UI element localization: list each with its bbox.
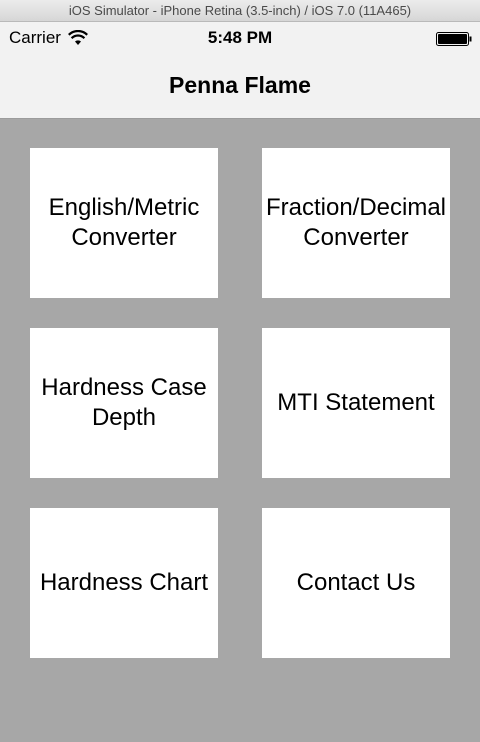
english-metric-converter-label: English/Metric Converter (48, 194, 200, 251)
mti-statement-button[interactable]: MTI Statement (262, 328, 450, 478)
battery-icon (436, 31, 472, 46)
fraction-decimal-converter-label: Fraction/Decimal Converter (265, 194, 447, 251)
page-title: Penna Flame (169, 72, 311, 98)
english-metric-converter-button[interactable]: English/Metric Converter (30, 148, 218, 298)
navigation-bar: Penna Flame (0, 54, 480, 119)
status-time: 5:48 PM (207, 28, 273, 47)
contact-us-label: Contact Us (296, 569, 416, 596)
mti-statement-label: MTI Statement (277, 389, 435, 416)
hardness-case-depth-button[interactable]: Hardness Case Depth (30, 328, 218, 478)
simulator-title: iOS Simulator - iPhone Retina (3.5-inch)… (68, 3, 412, 18)
hardness-chart-button[interactable]: Hardness Chart (30, 508, 218, 658)
status-bar: Carrier 5:48 PM (0, 22, 480, 54)
hardness-chart-label: Hardness Chart (39, 569, 209, 596)
hardness-case-depth-label: Hardness Case Depth (41, 374, 207, 431)
fraction-decimal-converter-button[interactable]: Fraction/Decimal Converter (262, 148, 450, 298)
simulator-title-bar: iOS Simulator - iPhone Retina (3.5-inch)… (0, 0, 480, 22)
contact-us-button[interactable]: Contact Us (262, 508, 450, 658)
